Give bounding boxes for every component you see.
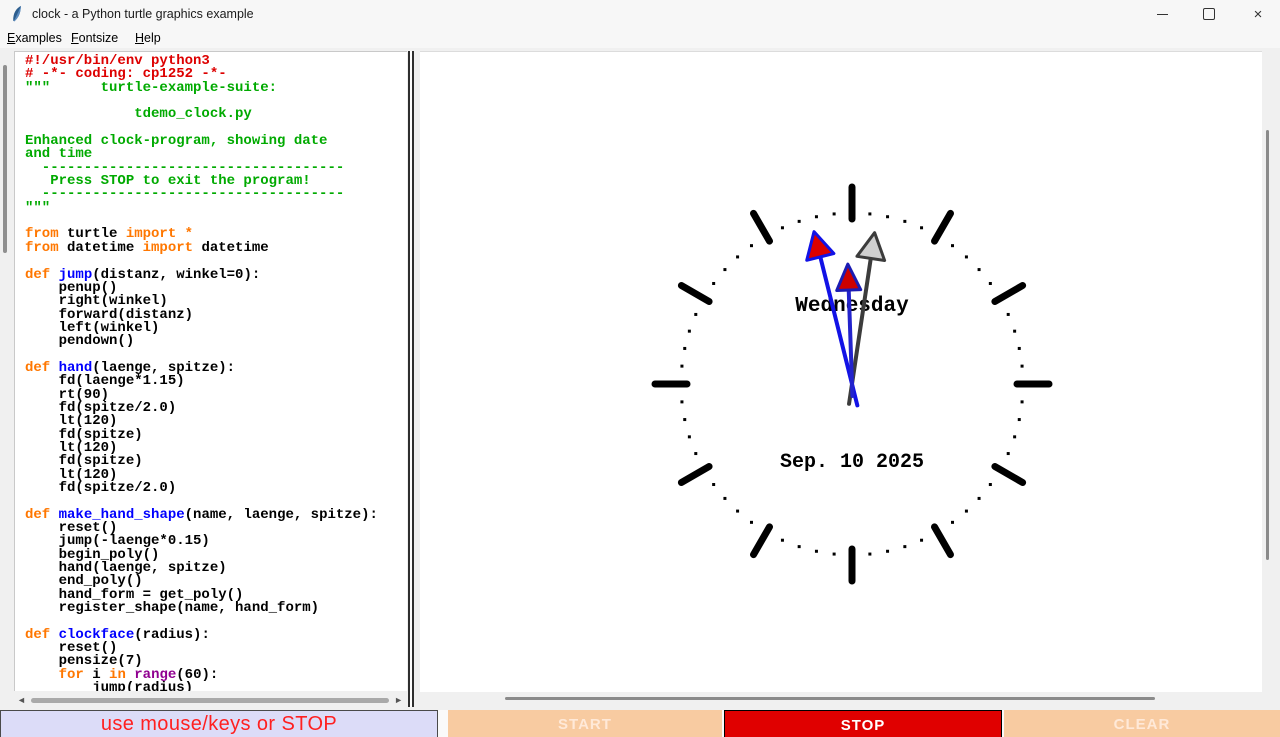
status-bar: use mouse/keys or STOP START STOP CLEAR [0,710,1280,737]
minimize-icon [1157,14,1168,15]
maximize-icon [1203,8,1215,20]
scroll-right-arrow-icon[interactable]: ► [394,695,403,706]
code-line: tdemo_clock.py [25,108,407,121]
menu-item-examples[interactable]: Examples [7,31,62,45]
clear-button[interactable]: CLEAR [1004,710,1280,737]
code-line: jump(radius) [25,682,407,691]
code-line: from datetime import datetime [25,242,407,255]
close-icon: × [1254,6,1263,23]
canvas-vertical-scrollbar[interactable] [1266,130,1269,560]
canvas-horizontal-scrollbar[interactable] [505,697,1155,700]
code-line: register_shape(name, hand_form) [25,602,407,615]
weekday-text: Wednesday [795,295,909,318]
pane-divider [408,51,414,707]
clock-drawing: Wednesday Sep. 10 2025 [420,52,1262,692]
start-button[interactable]: START [448,710,722,737]
menu-item-fontsize[interactable]: Fontsize [71,31,118,45]
minimize-button[interactable] [1140,0,1184,28]
code-line: ------------------------------------ [25,188,407,201]
code-line: """ turtle-example-suite: [25,82,407,95]
code-line: pendown() [25,335,407,348]
code-editor[interactable]: #!/usr/bin/env python3# -*- coding: cp12… [14,51,407,691]
scrollbar-thumb[interactable] [3,65,7,253]
turtle-canvas[interactable]: Wednesday Sep. 10 2025 [420,51,1262,692]
scroll-left-arrow-icon[interactable]: ◄ [17,695,26,706]
second-hand [849,233,885,404]
status-message: use mouse/keys or STOP [0,710,438,737]
close-button[interactable]: × [1236,0,1280,28]
editor-vertical-scrollbar[interactable] [0,48,13,706]
turtledemo-window: clock - a Python turtle graphics example… [0,0,1280,737]
menu-item-help[interactable]: Help [135,31,161,45]
python-feather-icon [10,5,25,23]
code-line: """ [25,202,407,215]
editor-horizontal-scrollbar[interactable]: ◄ ► [14,694,407,707]
title-bar: clock - a Python turtle graphics example… [0,0,1280,28]
window-title: clock - a Python turtle graphics example [32,7,254,21]
stop-button[interactable]: STOP [724,710,1002,737]
menu-bar: Examples Fontsize Help [0,28,1280,48]
date-text: Sep. 10 2025 [780,451,924,474]
scrollbar-thumb[interactable] [31,698,389,703]
maximize-button[interactable] [1187,0,1231,28]
code-line: fd(spitze/2.0) [25,482,407,495]
